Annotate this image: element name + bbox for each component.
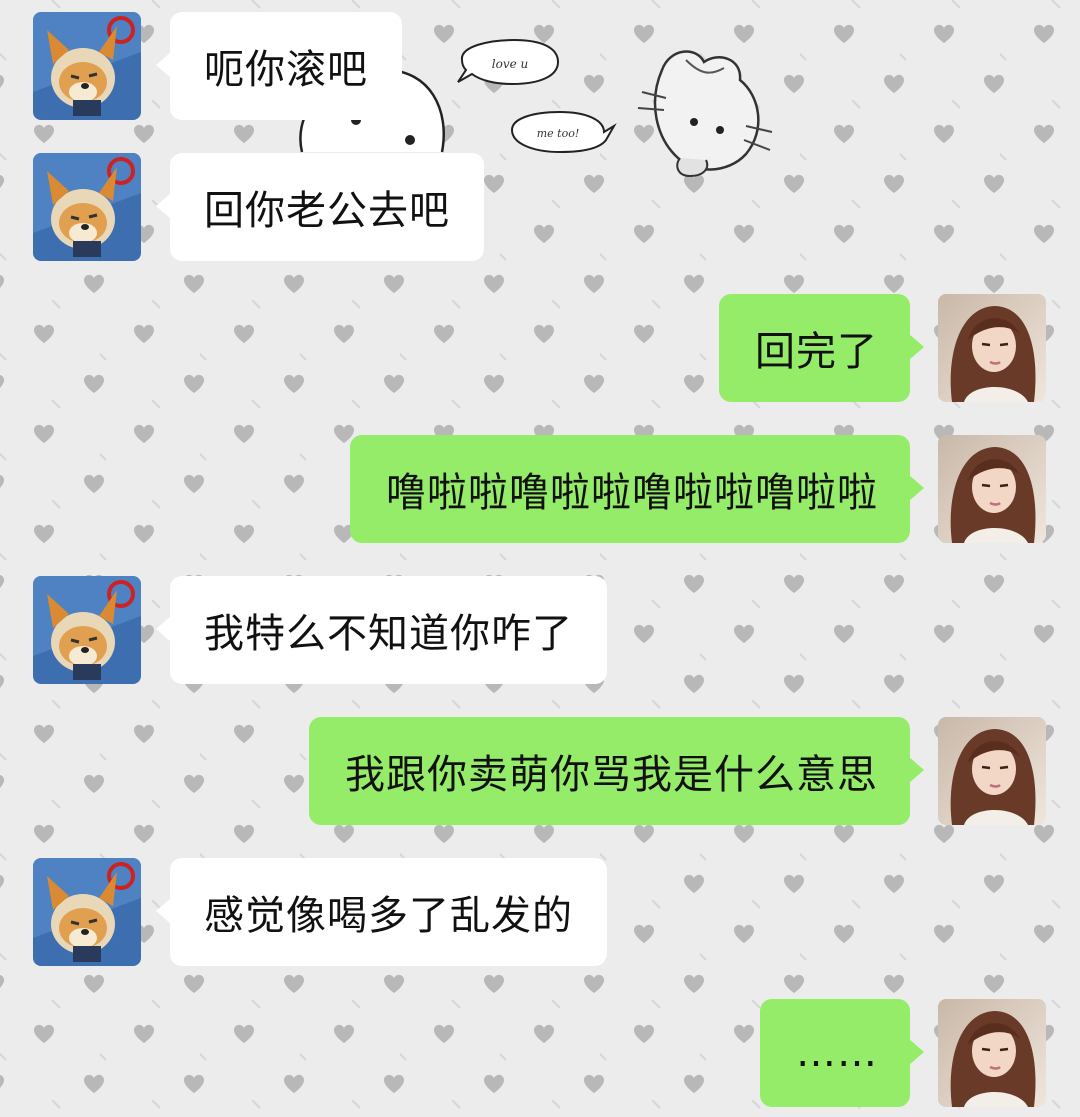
message-text: 我跟你卖萌你骂我是什么意思 xyxy=(345,752,878,798)
self-avatar[interactable] xyxy=(938,717,1046,825)
bubble-tail-icon xyxy=(909,334,924,360)
self-avatar[interactable] xyxy=(938,294,1046,402)
long-hair-girl-photo-icon xyxy=(938,294,1046,402)
bubble-tail-icon xyxy=(156,193,171,219)
message-bubble-outgoing[interactable]: …… xyxy=(760,999,910,1107)
chat-message-list: 呃你滚吧 回你老公去吧 回完了 噜啦啦噜啦啦噜啦啦噜啦啦 我特么不知道你咋了 我… xyxy=(0,0,1080,1117)
contact-avatar[interactable] xyxy=(33,12,141,120)
message-text: 感觉像喝多了乱发的 xyxy=(204,893,573,939)
message-bubble-outgoing[interactable]: 噜啦啦噜啦啦噜啦啦噜啦啦 xyxy=(350,435,910,543)
cartoon-dog-with-hat-icon xyxy=(33,576,141,684)
message-bubble-incoming[interactable]: 感觉像喝多了乱发的 xyxy=(170,858,607,966)
message-bubble-incoming[interactable]: 回你老公去吧 xyxy=(170,153,484,261)
bubble-tail-icon xyxy=(156,616,171,642)
message-row-incoming: 呃你滚吧 xyxy=(0,12,1080,120)
long-hair-girl-photo-icon xyxy=(938,999,1046,1107)
message-text: …… xyxy=(796,1030,878,1076)
message-text: 我特么不知道你咋了 xyxy=(204,611,573,657)
bubble-tail-icon xyxy=(156,52,171,78)
bubble-tail-icon xyxy=(909,1039,924,1065)
message-bubble-outgoing[interactable]: 回完了 xyxy=(719,294,910,402)
message-row-incoming: 感觉像喝多了乱发的 xyxy=(0,858,1080,966)
contact-avatar[interactable] xyxy=(33,858,141,966)
long-hair-girl-photo-icon xyxy=(938,717,1046,825)
message-bubble-outgoing[interactable]: 我跟你卖萌你骂我是什么意思 xyxy=(309,717,910,825)
cartoon-dog-with-hat-icon xyxy=(33,12,141,120)
message-row-outgoing: 我跟你卖萌你骂我是什么意思 xyxy=(0,717,1080,825)
cartoon-dog-with-hat-icon xyxy=(33,153,141,261)
bubble-tail-icon xyxy=(909,475,924,501)
message-text: 回完了 xyxy=(755,329,878,375)
message-row-outgoing: …… xyxy=(0,999,1080,1107)
contact-avatar[interactable] xyxy=(33,153,141,261)
self-avatar[interactable] xyxy=(938,999,1046,1107)
message-bubble-incoming[interactable]: 呃你滚吧 xyxy=(170,12,402,120)
message-bubble-incoming[interactable]: 我特么不知道你咋了 xyxy=(170,576,607,684)
self-avatar[interactable] xyxy=(938,435,1046,543)
bubble-tail-icon xyxy=(909,757,924,783)
contact-avatar[interactable] xyxy=(33,576,141,684)
message-row-outgoing: 回完了 xyxy=(0,294,1080,402)
message-row-incoming: 我特么不知道你咋了 xyxy=(0,576,1080,684)
bubble-tail-icon xyxy=(156,898,171,924)
message-text: 呃你滚吧 xyxy=(204,47,368,93)
long-hair-girl-photo-icon xyxy=(938,435,1046,543)
message-row-incoming: 回你老公去吧 xyxy=(0,153,1080,261)
message-text: 噜啦啦噜啦啦噜啦啦噜啦啦 xyxy=(386,470,878,516)
message-text: 回你老公去吧 xyxy=(204,188,450,234)
cartoon-dog-with-hat-icon xyxy=(33,858,141,966)
message-row-outgoing: 噜啦啦噜啦啦噜啦啦噜啦啦 xyxy=(0,435,1080,543)
